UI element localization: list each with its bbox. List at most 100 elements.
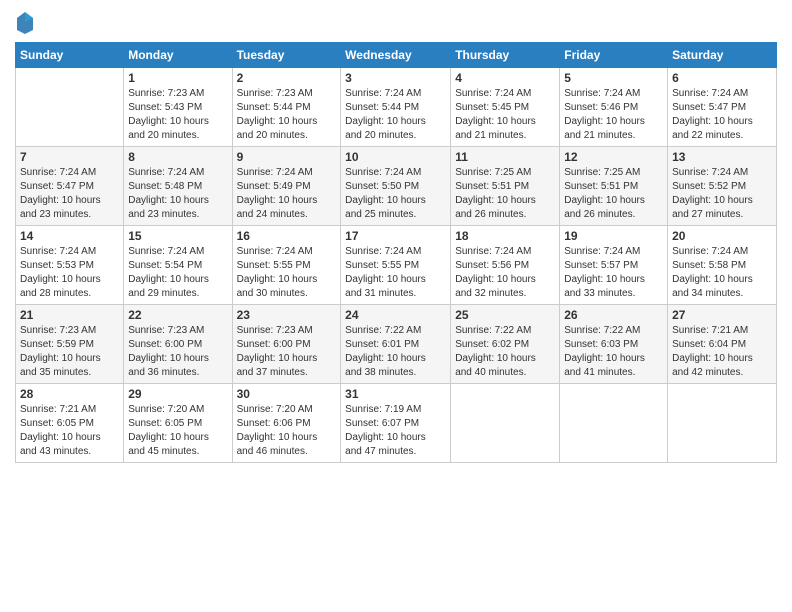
day-number: 28 xyxy=(20,387,119,401)
day-number: 16 xyxy=(237,229,337,243)
daylight-text: Daylight: 10 hours xyxy=(564,115,663,129)
day-number: 31 xyxy=(345,387,446,401)
sunrise-text: Sunrise: 7:24 AM xyxy=(564,245,663,259)
day-number: 22 xyxy=(128,308,227,322)
calendar-cell xyxy=(668,384,777,463)
sunrise-text: Sunrise: 7:24 AM xyxy=(345,87,446,101)
daylight-text: Daylight: 10 hours xyxy=(20,352,119,366)
sunset-text: Sunset: 6:05 PM xyxy=(128,417,227,431)
calendar-cell xyxy=(451,384,560,463)
daylight-text: Daylight: 10 hours xyxy=(345,431,446,445)
day-number: 11 xyxy=(455,150,555,164)
logo-icon xyxy=(15,10,35,34)
sunrise-text: Sunrise: 7:20 AM xyxy=(128,403,227,417)
sunset-text: Sunset: 5:56 PM xyxy=(455,259,555,273)
day-info: Sunrise: 7:24 AMSunset: 5:50 PMDaylight:… xyxy=(345,166,446,222)
sunset-text: Sunset: 6:00 PM xyxy=(237,338,337,352)
sunrise-text: Sunrise: 7:24 AM xyxy=(672,87,772,101)
daylight-text: and 46 minutes. xyxy=(237,445,337,459)
day-info: Sunrise: 7:23 AMSunset: 5:44 PMDaylight:… xyxy=(237,87,337,143)
week-row-4: 28 Sunrise: 7:21 AMSunset: 6:05 PMDayligh… xyxy=(16,384,777,463)
sunrise-text: Sunrise: 7:24 AM xyxy=(128,245,227,259)
sunset-text: Sunset: 5:44 PM xyxy=(345,101,446,115)
daylight-text: and 25 minutes. xyxy=(345,208,446,222)
calendar-cell: 3Sunrise: 7:24 AMSunset: 5:44 PMDaylight… xyxy=(341,68,451,147)
sunset-text: Sunset: 6:03 PM xyxy=(564,338,663,352)
sunset-text: Sunset: 5:55 PM xyxy=(237,259,337,273)
weekday-header-thursday: Thursday xyxy=(451,43,560,68)
calendar-cell: 4Sunrise: 7:24 AMSunset: 5:45 PMDaylight… xyxy=(451,68,560,147)
daylight-text: Daylight: 10 hours xyxy=(345,194,446,208)
daylight-text: and 37 minutes. xyxy=(237,366,337,380)
weekday-header-sunday: Sunday xyxy=(16,43,124,68)
sunrise-text: Sunrise: 7:24 AM xyxy=(672,245,772,259)
daylight-text: and 47 minutes. xyxy=(345,445,446,459)
calendar-cell: 16Sunrise: 7:24 AMSunset: 5:55 PMDayligh… xyxy=(232,226,341,305)
calendar-cell: 25Sunrise: 7:22 AMSunset: 6:02 PMDayligh… xyxy=(451,305,560,384)
daylight-text: Daylight: 10 hours xyxy=(128,352,227,366)
sunrise-text: Sunrise: 7:24 AM xyxy=(345,166,446,180)
day-number: 29 xyxy=(128,387,227,401)
week-row-3: 21Sunrise: 7:23 AMSunset: 5:59 PMDayligh… xyxy=(16,305,777,384)
daylight-text: Daylight: 10 hours xyxy=(672,273,772,287)
day-number: 23 xyxy=(237,308,337,322)
day-number: 15 xyxy=(128,229,227,243)
sunrise-text: Sunrise: 7:23 AM xyxy=(237,87,337,101)
daylight-text: Daylight: 10 hours xyxy=(672,194,772,208)
sunrise-text: Sunrise: 7:24 AM xyxy=(455,87,555,101)
day-info: Sunrise: 7:24 AMSunset: 5:48 PMDaylight:… xyxy=(128,166,227,222)
weekday-header-wednesday: Wednesday xyxy=(341,43,451,68)
day-number: 1 xyxy=(128,71,227,85)
day-info: Sunrise: 7:24 AMSunset: 5:56 PMDaylight:… xyxy=(455,245,555,301)
day-info: Sunrise: 7:24 AMSunset: 5:58 PMDaylight:… xyxy=(672,245,772,301)
daylight-text: and 31 minutes. xyxy=(345,287,446,301)
calendar-cell: 11Sunrise: 7:25 AMSunset: 5:51 PMDayligh… xyxy=(451,147,560,226)
calendar-cell: 18Sunrise: 7:24 AMSunset: 5:56 PMDayligh… xyxy=(451,226,560,305)
calendar-cell: 21Sunrise: 7:23 AMSunset: 5:59 PMDayligh… xyxy=(16,305,124,384)
day-info: Sunrise: 7:24 AMSunset: 5:57 PMDaylight:… xyxy=(564,245,663,301)
day-info: Sunrise: 7:25 AMSunset: 5:51 PMDaylight:… xyxy=(564,166,663,222)
daylight-text: and 20 minutes. xyxy=(128,129,227,143)
sunset-text: Sunset: 5:48 PM xyxy=(128,180,227,194)
daylight-text: and 23 minutes. xyxy=(20,208,119,222)
day-info: Sunrise: 7:21 AMSunset: 6:05 PMDaylight:… xyxy=(20,403,119,459)
calendar-cell: 5Sunrise: 7:24 AMSunset: 5:46 PMDaylight… xyxy=(560,68,668,147)
calendar-body: 1 Sunrise: 7:23 AMSunset: 5:43 PMDaylight… xyxy=(16,68,777,463)
daylight-text: and 32 minutes. xyxy=(455,287,555,301)
sunset-text: Sunset: 5:45 PM xyxy=(455,101,555,115)
calendar-cell: 2Sunrise: 7:23 AMSunset: 5:44 PMDaylight… xyxy=(232,68,341,147)
sunset-text: Sunset: 5:51 PM xyxy=(455,180,555,194)
daylight-text: and 45 minutes. xyxy=(128,445,227,459)
week-row-2: 14Sunrise: 7:24 AMSunset: 5:53 PMDayligh… xyxy=(16,226,777,305)
sunrise-text: Sunrise: 7:25 AM xyxy=(455,166,555,180)
calendar-cell: 8Sunrise: 7:24 AMSunset: 5:48 PMDaylight… xyxy=(124,147,232,226)
daylight-text: Daylight: 10 hours xyxy=(128,273,227,287)
calendar-cell: 28 Sunrise: 7:21 AMSunset: 6:05 PMDayligh… xyxy=(16,384,124,463)
daylight-text: Daylight: 10 hours xyxy=(455,273,555,287)
daylight-text: and 29 minutes. xyxy=(128,287,227,301)
calendar-cell: 14Sunrise: 7:24 AMSunset: 5:53 PMDayligh… xyxy=(16,226,124,305)
daylight-text: and 30 minutes. xyxy=(237,287,337,301)
calendar-cell: 9Sunrise: 7:24 AMSunset: 5:49 PMDaylight… xyxy=(232,147,341,226)
sunrise-text: Sunrise: 7:19 AM xyxy=(345,403,446,417)
sunrise-text: Sunrise: 7:24 AM xyxy=(237,245,337,259)
sunset-text: Sunset: 5:57 PM xyxy=(564,259,663,273)
daylight-text: and 22 minutes. xyxy=(672,129,772,143)
day-number: 14 xyxy=(20,229,119,243)
calendar-cell: 13Sunrise: 7:24 AMSunset: 5:52 PMDayligh… xyxy=(668,147,777,226)
day-info: Sunrise: 7:22 AMSunset: 6:02 PMDaylight:… xyxy=(455,324,555,380)
sunset-text: Sunset: 6:05 PM xyxy=(20,417,119,431)
daylight-text: Daylight: 10 hours xyxy=(128,431,227,445)
sunrise-text: Sunrise: 7:22 AM xyxy=(345,324,446,338)
sunset-text: Sunset: 5:55 PM xyxy=(345,259,446,273)
sunrise-text: Sunrise: 7:23 AM xyxy=(237,324,337,338)
sunset-text: Sunset: 6:06 PM xyxy=(237,417,337,431)
calendar-cell: 20Sunrise: 7:24 AMSunset: 5:58 PMDayligh… xyxy=(668,226,777,305)
sunrise-text: Sunrise: 7:22 AM xyxy=(564,324,663,338)
day-number: 30 xyxy=(237,387,337,401)
day-info: Sunrise: 7:19 AMSunset: 6:07 PMDaylight:… xyxy=(345,403,446,459)
logo xyxy=(15,10,39,34)
daylight-text: and 20 minutes. xyxy=(345,129,446,143)
day-info: Sunrise: 7:23 AMSunset: 5:43 PMDaylight:… xyxy=(128,87,227,143)
day-number: 27 xyxy=(672,308,772,322)
